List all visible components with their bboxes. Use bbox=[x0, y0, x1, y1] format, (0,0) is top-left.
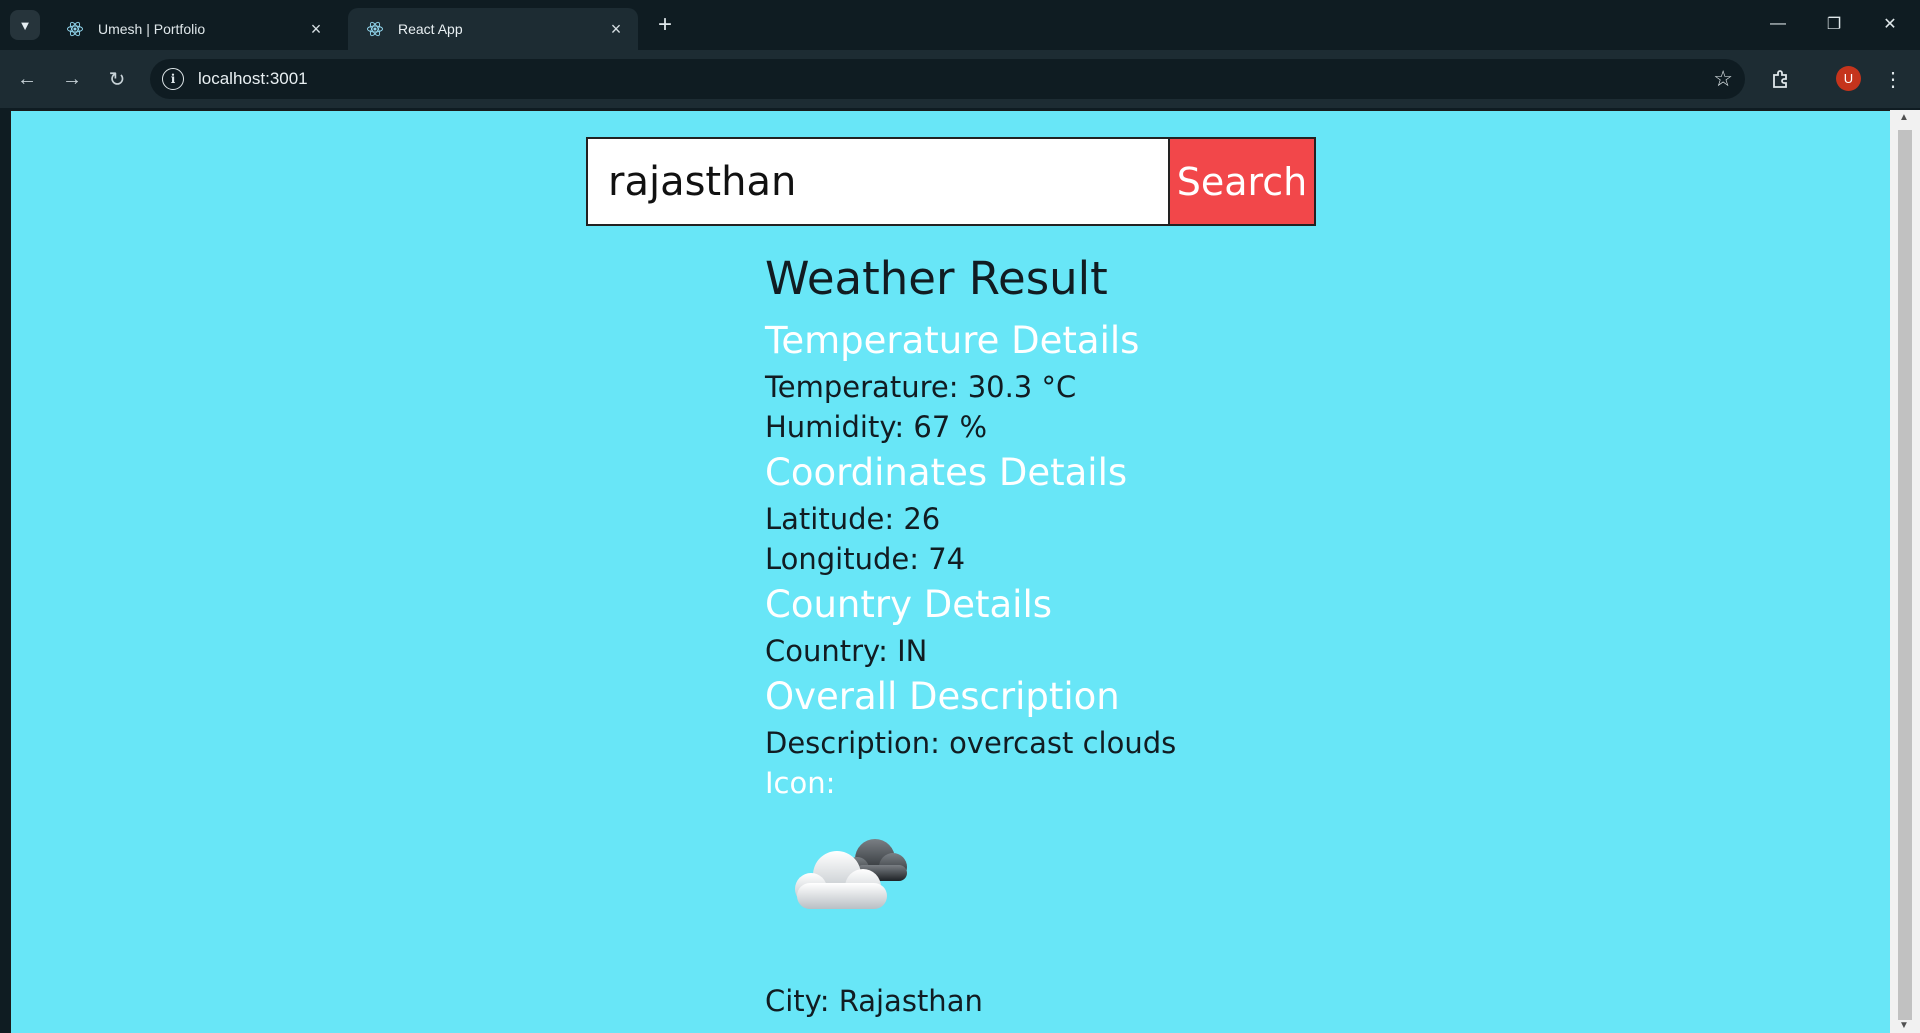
overcast-clouds-icon bbox=[775, 821, 925, 931]
country-details-heading: Country Details bbox=[765, 583, 1053, 626]
forward-arrow-icon[interactable]: → bbox=[55, 62, 89, 96]
humidity-value: Humidity: 67 % bbox=[765, 410, 988, 444]
close-tab-icon[interactable]: × bbox=[606, 19, 626, 39]
overall-description-heading: Overall Description bbox=[765, 675, 1120, 718]
more-menu-icon[interactable]: ⋮ bbox=[1878, 64, 1908, 94]
tab-search-chevron-icon[interactable]: ▼ bbox=[10, 10, 40, 40]
icon-label: Icon: bbox=[765, 766, 836, 800]
back-arrow-icon[interactable]: ← bbox=[10, 62, 44, 96]
reload-icon[interactable]: ↻ bbox=[100, 62, 134, 96]
scroll-down-arrow-icon[interactable]: ▼ bbox=[1899, 1020, 1909, 1031]
search-form: Search bbox=[586, 137, 1316, 226]
longitude-value: Longitude: 74 bbox=[765, 542, 966, 576]
site-info-icon[interactable]: i bbox=[162, 68, 184, 90]
profile-avatar[interactable]: U bbox=[1836, 66, 1861, 91]
tab-react-app[interactable]: React App × bbox=[348, 8, 638, 50]
url-text[interactable]: localhost:3001 bbox=[198, 69, 308, 89]
new-tab-plus-icon[interactable]: + bbox=[650, 10, 680, 40]
city-value: City: Rajasthan bbox=[765, 984, 983, 1018]
bookmark-star-icon[interactable]: ☆ bbox=[1713, 66, 1733, 92]
scrollbar-thumb[interactable] bbox=[1898, 130, 1912, 1020]
page-scrollbar[interactable]: ▲ ▼ bbox=[1890, 110, 1920, 1033]
close-tab-icon[interactable]: × bbox=[306, 19, 326, 39]
address-bar[interactable]: i localhost:3001 ☆ bbox=[150, 59, 1745, 99]
tab-portfolio[interactable]: Umesh | Portfolio × bbox=[48, 8, 338, 50]
temperature-details-heading: Temperature Details bbox=[765, 319, 1140, 362]
browser-toolbar: ← → ↻ i localhost:3001 ☆ U ⋮ bbox=[0, 50, 1920, 108]
temperature-value: Temperature: 30.3 °C bbox=[765, 370, 1077, 404]
coordinates-details-heading: Coordinates Details bbox=[765, 451, 1128, 494]
city-search-input[interactable] bbox=[588, 139, 1170, 224]
weather-result: Weather Result Temperature Details Tempe… bbox=[765, 251, 1465, 1021]
extensions-puzzle-icon[interactable] bbox=[1766, 64, 1796, 94]
close-window-icon[interactable]: ✕ bbox=[1862, 0, 1918, 48]
description-value: Description: overcast clouds bbox=[765, 726, 1177, 760]
react-logo-icon bbox=[364, 18, 386, 40]
scroll-up-arrow-icon[interactable]: ▲ bbox=[1899, 112, 1909, 123]
weather-result-heading: Weather Result bbox=[765, 252, 1108, 305]
search-button[interactable]: Search bbox=[1170, 139, 1314, 224]
react-logo-icon bbox=[64, 18, 86, 40]
tab-title: Umesh | Portfolio bbox=[98, 21, 206, 37]
tab-title: React App bbox=[398, 21, 463, 37]
tab-strip: ▼ Umesh | Portfolio × React App × + — ❐ … bbox=[0, 0, 1920, 50]
restore-icon[interactable]: ❐ bbox=[1806, 0, 1862, 48]
country-value: Country: IN bbox=[765, 634, 928, 668]
page-viewport: Search Weather Result Temperature Detail… bbox=[10, 110, 1890, 1033]
minimize-icon[interactable]: — bbox=[1750, 0, 1806, 48]
latitude-value: Latitude: 26 bbox=[765, 502, 941, 536]
